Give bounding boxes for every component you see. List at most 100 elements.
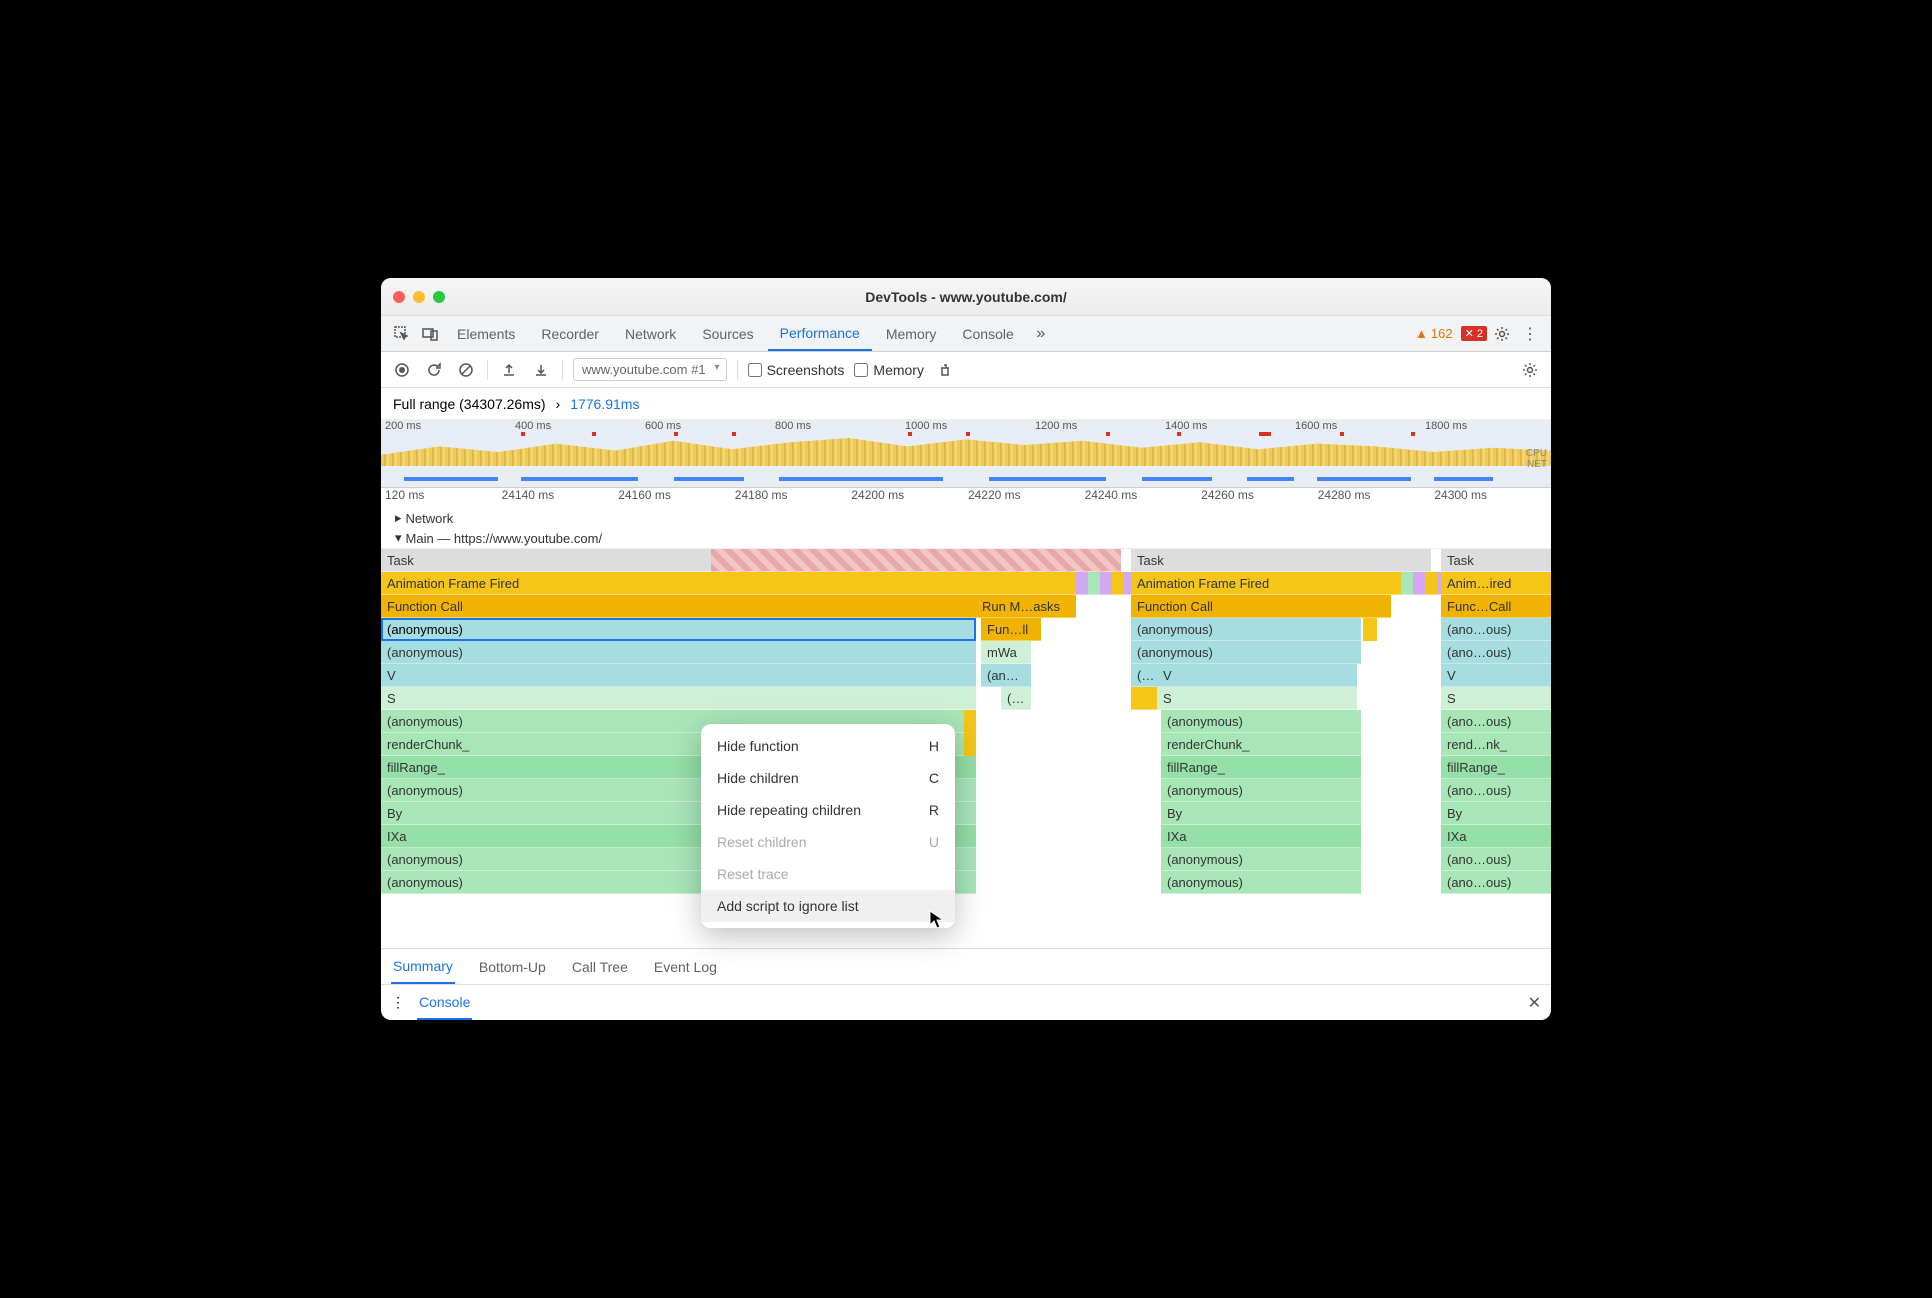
tab-performance[interactable]: Performance xyxy=(768,317,872,351)
recording-select[interactable]: www.youtube.com #1 xyxy=(573,358,727,381)
range-breadcrumb: Full range (34307.26ms) › 1776.91ms xyxy=(381,388,1551,420)
flame-v[interactable]: V xyxy=(381,664,976,687)
record-icon[interactable] xyxy=(391,359,413,381)
flame-render[interactable]: renderChunk_ xyxy=(1161,733,1361,756)
flame-fill[interactable]: fillRange_ xyxy=(1441,756,1551,779)
devtools-window: DevTools - www.youtube.com/ Elements Rec… xyxy=(381,278,1551,1020)
flame-funll[interactable]: Fun…ll xyxy=(981,618,1041,641)
cursor-icon xyxy=(929,910,945,930)
flame-ixa[interactable]: IXa xyxy=(1161,825,1361,848)
flame-anon[interactable]: (ano…ous) xyxy=(1441,871,1551,894)
flame-anon[interactable]: (anonymous) xyxy=(1161,871,1361,894)
flame-s[interactable]: S xyxy=(1441,687,1551,710)
flame-fc[interactable]: Func…Call xyxy=(1441,595,1551,618)
flame-p[interactable]: (… xyxy=(1131,664,1157,687)
zoom-range[interactable]: 1776.91ms xyxy=(570,396,639,412)
flame-anon[interactable]: (ano…ous) xyxy=(1441,848,1551,871)
tab-elements[interactable]: Elements xyxy=(445,318,527,350)
kebab-icon[interactable]: ⋮ xyxy=(1517,321,1543,347)
tab-console[interactable]: Console xyxy=(950,318,1025,350)
full-range[interactable]: Full range (34307.26ms) xyxy=(393,396,546,412)
menu-reset-children: Reset childrenU xyxy=(701,826,955,858)
tab-bottom-up[interactable]: Bottom-Up xyxy=(477,951,548,983)
menu-add-ignore[interactable]: Add script to ignore list xyxy=(701,890,955,922)
tab-sources[interactable]: Sources xyxy=(690,318,765,350)
flame-v[interactable]: V xyxy=(1441,664,1551,687)
memory-checkbox[interactable]: Memory xyxy=(854,362,924,378)
flame-v[interactable]: V xyxy=(1157,664,1357,687)
kebab-icon[interactable]: ⋮ xyxy=(391,994,405,1011)
flame-anon[interactable]: (ano…ous) xyxy=(1441,641,1551,664)
flame-s[interactable]: S xyxy=(1157,687,1357,710)
flame-mwa[interactable]: mWa xyxy=(981,641,1031,664)
tab-network[interactable]: Network xyxy=(613,318,688,350)
flame-anon[interactable]: (ano…ous) xyxy=(1441,779,1551,802)
menu-hide-repeating[interactable]: Hide repeating childrenR xyxy=(701,794,955,826)
cpu-wave xyxy=(381,438,1551,466)
device-icon[interactable] xyxy=(417,321,443,347)
flame-anon[interactable]: (anonymous) xyxy=(1131,618,1361,641)
upload-icon[interactable] xyxy=(498,359,520,381)
flame-run[interactable]: Run M…asks xyxy=(976,595,1076,618)
tab-memory[interactable]: Memory xyxy=(874,318,949,350)
breadcrumb-chevron-icon: › xyxy=(556,396,561,412)
flame-anon[interactable]: (anonymous) xyxy=(1161,848,1361,871)
gc-icon[interactable] xyxy=(934,359,956,381)
flame-paren[interactable]: (… xyxy=(1001,687,1031,710)
download-icon[interactable] xyxy=(530,359,552,381)
overview-timeline[interactable]: 200 ms 400 ms 600 ms 800 ms 1000 ms 1200… xyxy=(381,420,1551,488)
overview-markers xyxy=(381,432,1551,436)
flame-aff[interactable]: Animation Frame Fired xyxy=(1131,572,1401,595)
more-tabs-icon[interactable]: » xyxy=(1028,321,1054,347)
flame-anon[interactable]: (anonymous) xyxy=(1131,641,1361,664)
titlebar: DevTools - www.youtube.com/ xyxy=(381,278,1551,316)
tab-recorder[interactable]: Recorder xyxy=(529,318,611,350)
flame-task[interactable]: Task xyxy=(1131,549,1431,572)
flame-anon[interactable]: (ano…ous) xyxy=(1441,618,1551,641)
flame-rows[interactable]: Task Animation Frame Fired Function Call… xyxy=(381,549,1551,948)
clear-icon[interactable] xyxy=(455,359,477,381)
menu-hide-function[interactable]: Hide functionH xyxy=(701,730,955,762)
timeline-ticks: 120 ms 24140 ms 24160 ms 24180 ms 24200 … xyxy=(381,488,1551,508)
tab-summary[interactable]: Summary xyxy=(391,950,455,984)
window-title: DevTools - www.youtube.com/ xyxy=(381,289,1551,305)
main-track-header[interactable]: ▾ Main — https://www.youtube.com/ xyxy=(381,528,1551,549)
tab-call-tree[interactable]: Call Tree xyxy=(570,951,630,983)
flame-chart[interactable]: 120 ms 24140 ms 24160 ms 24180 ms 24200 … xyxy=(381,488,1551,948)
reload-icon[interactable] xyxy=(423,359,445,381)
flame-task[interactable]: Task xyxy=(1441,549,1551,572)
flame-anon[interactable]: (anonymous) xyxy=(381,641,976,664)
overview-labels: CPU NET xyxy=(1526,448,1547,470)
flame-by[interactable]: By xyxy=(1161,802,1361,825)
console-drawer: ⋮ Console ✕ xyxy=(381,984,1551,1020)
flame-ixa[interactable]: IXa xyxy=(1441,825,1551,848)
menu-hide-children[interactable]: Hide childrenC xyxy=(701,762,955,794)
flame-by[interactable]: By xyxy=(1441,802,1551,825)
network-track-header[interactable]: ▸ Network xyxy=(381,508,1551,528)
flame-fc[interactable]: Function Call xyxy=(381,595,976,618)
details-tabs: Summary Bottom-Up Call Tree Event Log xyxy=(381,948,1551,984)
flame-fc[interactable]: Function Call xyxy=(1131,595,1391,618)
flame-aff[interactable]: Anim…ired xyxy=(1441,572,1551,595)
flame-task-warn[interactable] xyxy=(711,549,1121,572)
warnings-badge[interactable]: ▲ 162 xyxy=(1415,326,1453,341)
flame-anon[interactable]: (anonymous) xyxy=(1161,779,1361,802)
flame-anon[interactable]: (anonymous) xyxy=(1161,710,1361,733)
inspect-icon[interactable] xyxy=(389,321,415,347)
flame-s[interactable]: S xyxy=(381,687,976,710)
flame-anon-selected[interactable]: (anonymous) xyxy=(381,618,976,641)
flame-anon[interactable]: (ano…ous) xyxy=(1441,710,1551,733)
flame-ans[interactable]: (an…s) xyxy=(981,664,1031,687)
capture-settings-icon[interactable] xyxy=(1519,359,1541,381)
close-icon[interactable]: ✕ xyxy=(1528,993,1541,1013)
console-tab[interactable]: Console xyxy=(417,986,472,1020)
flame-aff[interactable]: Animation Frame Fired xyxy=(381,572,1076,595)
flame-task[interactable]: Task xyxy=(381,549,711,572)
flame-render[interactable]: rend…nk_ xyxy=(1441,733,1551,756)
tab-event-log[interactable]: Event Log xyxy=(652,951,719,983)
devtools-tabs: Elements Recorder Network Sources Perfor… xyxy=(381,316,1551,352)
settings-icon[interactable] xyxy=(1489,321,1515,347)
flame-fill[interactable]: fillRange_ xyxy=(1161,756,1361,779)
screenshots-checkbox[interactable]: Screenshots xyxy=(748,362,845,378)
errors-badge[interactable]: ✕ 2 xyxy=(1461,326,1487,341)
